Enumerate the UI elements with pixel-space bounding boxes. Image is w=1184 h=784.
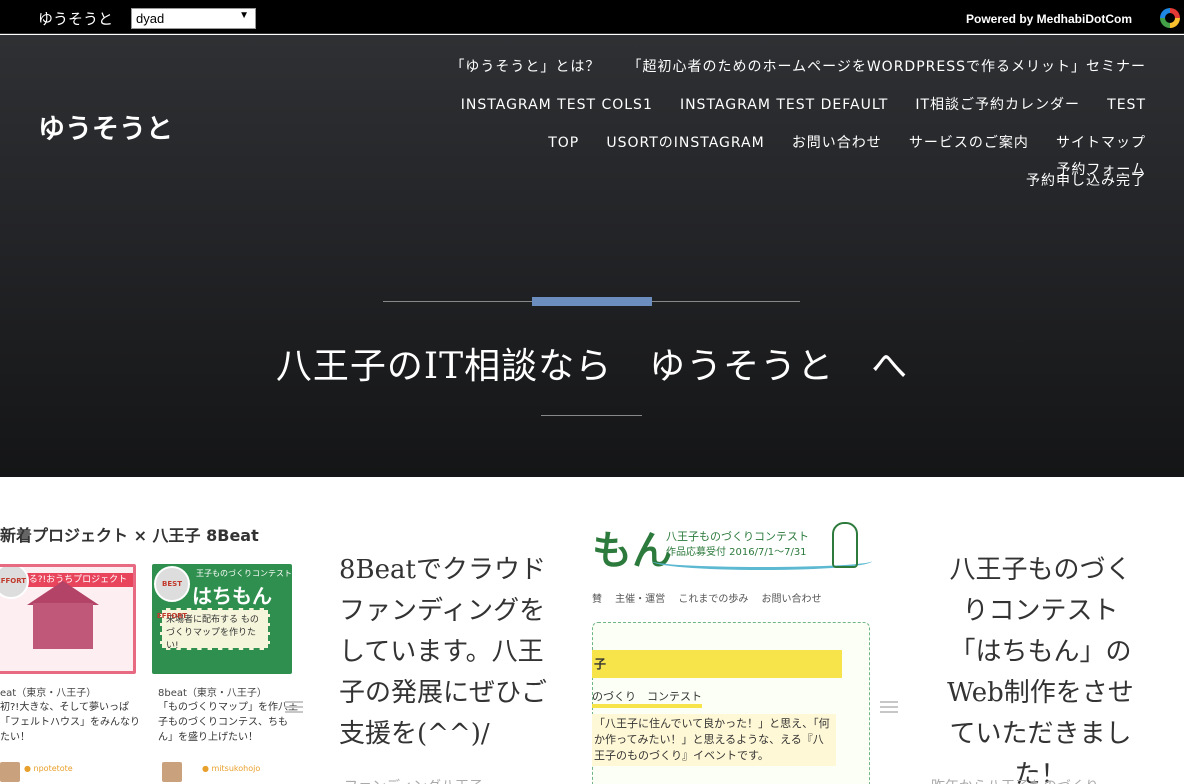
project-thumbnail-felt-house[interactable]: つくる?!おうちプロジェクト EFFORT <box>0 564 136 674</box>
hachimon-body: 「八王子に住んでいて良かった！」と思え、「何か作ってみたい！」と思えるような、え… <box>592 714 836 766</box>
nav-item-test[interactable]: TEST <box>1107 92 1146 118</box>
best-effort-badge: BEST EFFORT <box>154 566 190 620</box>
nav-item-services[interactable]: サービスのご案内 <box>909 130 1029 156</box>
avatar <box>162 762 182 782</box>
nav-row: 「ゆうそうと」とは？ 「超初心者のためのホームページをWORDPRESSで作るメ… <box>426 53 1146 91</box>
nav-item-sitemap[interactable]: サイトマップ <box>1056 130 1146 156</box>
hachimon-subtitle: 八王子ものづくりコンテスト <box>666 530 809 543</box>
hachimon-label: のづくり コンテスト <box>592 688 702 708</box>
project-description[interactable]: 「ものづくりマップ」を作八王子ものづくりコンテス、ちもん」を盛り上げたい！ <box>158 700 298 745</box>
nav-row: 予約申し込み完了 <box>426 167 1146 205</box>
powered-by-link[interactable]: Powered by MedhabiDotCom <box>966 12 1132 26</box>
user-icon: ● <box>202 764 209 773</box>
mascot-figure-icon <box>832 522 858 568</box>
nav-item-top[interactable]: TOP <box>548 130 579 156</box>
project-thumbnail-hachimon[interactable]: 王子ものづくりコンテスト はちもん 来場者に配布する ものづくりマップを作りたい… <box>152 564 292 674</box>
theme-select-value: dyad <box>136 11 165 26</box>
nav-row: INSTAGRAM TEST COLS1 INSTAGRAM TEST DEFA… <box>426 91 1146 129</box>
effort-badge: EFFORT <box>0 567 29 599</box>
author-name: mitsukohojo <box>211 764 261 773</box>
card-title: 新着プロジェクト × 八王子 8Beat <box>0 526 259 545</box>
project-card-8beat[interactable]: 新着プロジェクト × 八王子 8Beat つくる?!おうちプロジェクト EFFO… <box>0 478 300 784</box>
project-category: 8beat（東京・八王子） <box>158 688 267 699</box>
main-nav: 「ゆうそうと」とは？ 「超初心者のためのホームページをWORDPRESSで作るメ… <box>426 53 1146 205</box>
theme-select[interactable]: dyad ▼ <box>131 8 256 29</box>
project-description[interactable]: 初?!大きな、そして夢いっぱ「フェルトハウス」をみんなりたい！ <box>0 700 140 745</box>
crowdfunding-description: 8Beatでクラウドファンディングをしています。八王子の発展にぜひご支援を(^^… <box>339 555 548 749</box>
nav-item-calendar[interactable]: IT相談ご予約カレンダー <box>915 92 1080 118</box>
project-author[interactable]: ● npotetote <box>24 764 73 773</box>
project-author[interactable]: ● mitsukohojo <box>202 764 260 773</box>
chevron-down-icon: ▼ <box>239 10 249 21</box>
thumbnail-subtitle: 王子ものづくりコンテスト <box>196 569 292 578</box>
hero-accent-bar <box>532 297 652 306</box>
user-icon: ● <box>24 764 31 773</box>
hero-divider-bottom <box>541 415 642 416</box>
avatar <box>0 762 20 782</box>
nav-row: TOP USORTのINSTAGRAM お問い合わせ サービスのご案内 サイトマ… <box>426 129 1146 178</box>
hachimon-description: 八王子ものづくりコンテスト「はちもん」のWeb制作をさせていただきました！ <box>947 555 1134 784</box>
author-name: npotetote <box>33 764 73 773</box>
nav-item-seminar[interactable]: 「超初心者のためのホームページをWORDPRESSで作るメリット」セミナー <box>628 54 1146 80</box>
nav-item-instagram-cols1[interactable]: INSTAGRAM TEST COLS1 <box>461 92 653 118</box>
hachimon-nav: 賛 主催・運営 これまでの歩み お問い合わせ <box>592 594 822 605</box>
hachimon-ribbon: 子 <box>592 650 842 678</box>
hero-headline: 八王子のIT相談なら ゆうそうと へ <box>275 346 909 387</box>
nav-item-about[interactable]: 「ゆうそうと」とは？ <box>450 54 600 80</box>
site-title[interactable]: ゆうそうと <box>38 107 173 146</box>
house-roof-shape <box>27 581 99 605</box>
medhabi-logo-icon[interactable] <box>1160 8 1180 28</box>
project-category: eat（東京・八王子） <box>0 688 97 699</box>
text-lines-icon[interactable] <box>285 701 303 715</box>
text-lines-icon[interactable] <box>880 701 898 715</box>
thumbnail-title: はちもん <box>192 584 272 608</box>
project-card-hachimon-site[interactable]: もん 八王子ものづくりコンテスト 作品応募受付 2016/7/1〜7/31 賛 … <box>592 478 892 784</box>
site-name-link[interactable]: ゆうそうと <box>38 8 113 29</box>
nav-item-usort-instagram[interactable]: USORTのINSTAGRAM <box>606 130 764 156</box>
nav-item-contact[interactable]: お問い合わせ <box>792 130 882 156</box>
hachimon-logo-text: もん <box>592 527 672 574</box>
nav-item-instagram-default[interactable]: INSTAGRAM TEST DEFAULT <box>680 92 888 118</box>
crowdfunding-more-text: ファンディング八王子 <box>344 776 483 784</box>
top-bar: ゆうそうと dyad ▼ Powered by MedhabiDotCom <box>0 0 1184 34</box>
hachimon-more-text: 昨年から八王子ものづくり <box>931 776 1099 784</box>
hero-header: ゆうそうと 「ゆうそうと」とは？ 「超初心者のためのホームページをWORDPRE… <box>0 35 1184 477</box>
house-shape <box>33 603 93 649</box>
nav-item-reservation-complete[interactable]: 予約申し込み完了 <box>1026 168 1146 194</box>
